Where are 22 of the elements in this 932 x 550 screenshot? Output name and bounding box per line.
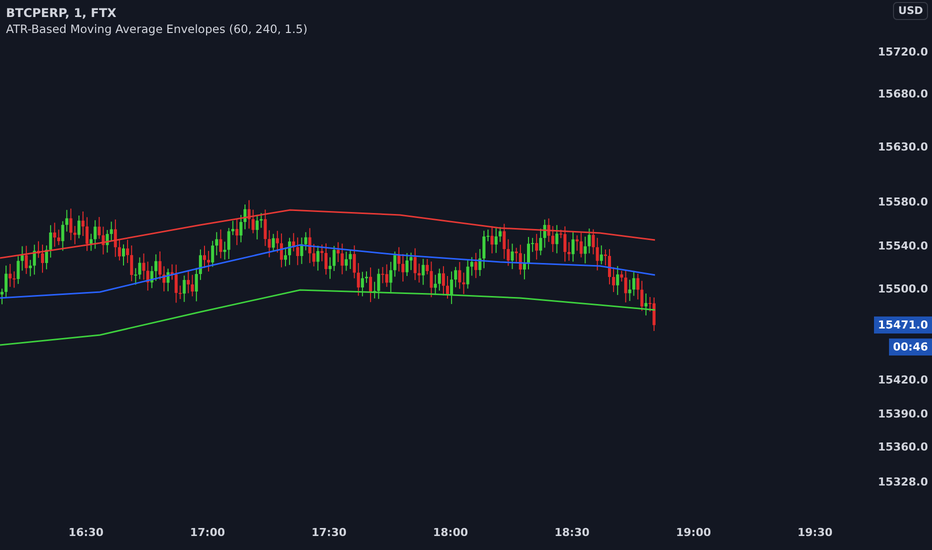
time-label: 19:30 — [798, 526, 832, 539]
currency-label[interactable]: USD — [893, 2, 928, 20]
price-label: 15328.0 — [878, 476, 928, 488]
price-label: 15580.0 — [878, 196, 928, 208]
time-label: 17:00 — [190, 526, 225, 539]
time-label: 18:00 — [433, 526, 468, 539]
price-label: 15390.0 — [878, 408, 928, 420]
countdown-tag: 00:46 — [888, 338, 932, 356]
price-label: 15420.0 — [878, 374, 928, 386]
price-label: 15680.0 — [878, 88, 928, 100]
time-label: 18:30 — [554, 526, 590, 539]
time-label: 16:30 — [68, 526, 104, 539]
symbol-title: BTCPERP, 1, FTX — [6, 6, 118, 20]
price-label: 15500.0 — [878, 282, 928, 296]
price-label: 15360.0 — [878, 440, 928, 454]
price-label: 15630.0 — [878, 140, 928, 154]
price-label: 15720.0 — [878, 46, 928, 58]
price-label: 15540.0 — [878, 240, 928, 252]
time-label: 19:00 — [676, 526, 711, 539]
last-price-tag: 15471.0 — [874, 316, 932, 334]
time-label: 17:30 — [312, 526, 346, 539]
indicator-title: ATR-Based Moving Average Envelopes (60, 240, 1.5) — [6, 22, 308, 36]
